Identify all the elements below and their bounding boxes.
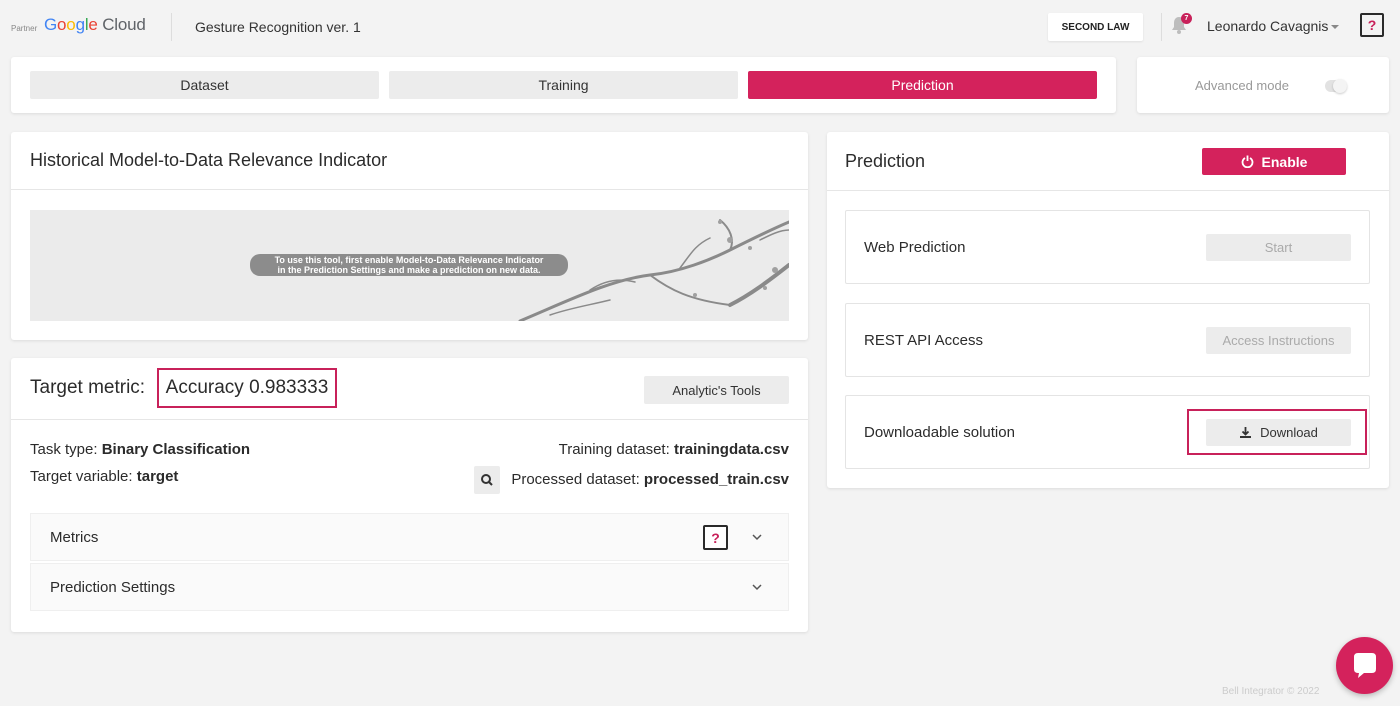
advanced-mode-toggle[interactable]: [1325, 79, 1347, 93]
training-dataset-value: trainingdata.csv: [673, 441, 789, 458]
help-button[interactable]: ?: [1360, 13, 1384, 37]
logo-cloud-word: Cloud: [102, 15, 146, 34]
project-name: Gesture Recognition ver. 1: [195, 19, 361, 35]
accordion-prediction-settings-label: Prediction Settings: [50, 579, 176, 596]
google-cloud-logo: Google Cloud: [44, 15, 146, 34]
notification-badge: 7: [1181, 13, 1192, 24]
enable-button[interactable]: Enable: [1202, 148, 1346, 175]
start-button[interactable]: Start: [1206, 234, 1351, 261]
relevance-info-message: To use this tool, first enable Model-to-…: [250, 254, 568, 276]
downloadable-solution-label: Downloadable solution: [864, 424, 1015, 441]
historical-title: Historical Model-to-Data Relevance Indic…: [30, 150, 388, 170]
task-type: Task type: Binary Classification: [30, 441, 250, 458]
divider: [11, 419, 808, 420]
header-divider: [171, 13, 172, 41]
accordion-metrics[interactable]: Metrics: [30, 513, 789, 561]
relevance-info-line-2: in the Prediction Settings and make a pr…: [277, 265, 541, 275]
partner-label: Partner: [11, 24, 38, 33]
advanced-mode-label: Advanced mode: [1195, 78, 1289, 93]
task-type-value: Binary Classification: [101, 441, 251, 458]
chat-icon[interactable]: [1336, 637, 1393, 694]
target-variable: Target variable: target: [30, 468, 178, 485]
processed-dataset: Processed dataset: processed_train.csv: [511, 471, 789, 488]
analytics-tools-button[interactable]: Analytic's Tools: [644, 376, 789, 404]
download-highlight-box: [1187, 409, 1367, 455]
target-variable-label: Target variable:: [30, 468, 133, 485]
relevance-info-line-1: To use this tool, first enable Model-to-…: [274, 255, 544, 265]
tab-training[interactable]: Training: [389, 71, 738, 99]
access-instructions-button[interactable]: Access Instructions: [1206, 327, 1351, 354]
training-dataset-label: Training dataset:: [558, 441, 670, 458]
chevron-down-icon[interactable]: [751, 581, 763, 593]
header-divider: [1161, 13, 1162, 41]
divider: [827, 190, 1389, 191]
footer-copyright: Bell Integrator © 2022: [1222, 686, 1320, 697]
power-icon: [1241, 155, 1253, 168]
training-dataset: Training dataset: trainingdata.csv: [559, 441, 789, 458]
org-button[interactable]: SECOND LAW: [1048, 13, 1143, 41]
target-metric-label: Target metric:: [30, 377, 146, 398]
rest-api-panel: REST API Access Access Instructions: [845, 303, 1370, 377]
user-menu[interactable]: Leonardo Cavagnis: [1207, 18, 1328, 34]
divider: [11, 189, 808, 190]
accordion-metrics-label: Metrics: [50, 529, 99, 546]
chevron-down-icon[interactable]: [1331, 25, 1339, 29]
tab-dataset[interactable]: Dataset: [30, 71, 379, 99]
metrics-help-button[interactable]: ?: [703, 525, 728, 550]
web-prediction-label: Web Prediction: [864, 239, 966, 256]
enable-button-label: Enable: [1261, 153, 1308, 170]
processed-dataset-value: processed_train.csv: [643, 471, 789, 488]
chevron-down-icon[interactable]: [751, 531, 763, 543]
search-icon[interactable]: [474, 466, 500, 494]
web-prediction-panel: Web Prediction Start: [845, 210, 1370, 284]
accordion-prediction-settings[interactable]: Prediction Settings: [30, 563, 789, 611]
rest-api-label: REST API Access: [864, 332, 983, 349]
task-type-label: Task type:: [30, 441, 98, 458]
processed-dataset-label: Processed dataset:: [511, 471, 640, 488]
prediction-title: Prediction: [845, 151, 926, 171]
tab-prediction[interactable]: Prediction: [748, 71, 1097, 99]
accuracy-value: Accuracy 0.983333: [157, 368, 337, 408]
target-variable-value: target: [136, 468, 179, 485]
